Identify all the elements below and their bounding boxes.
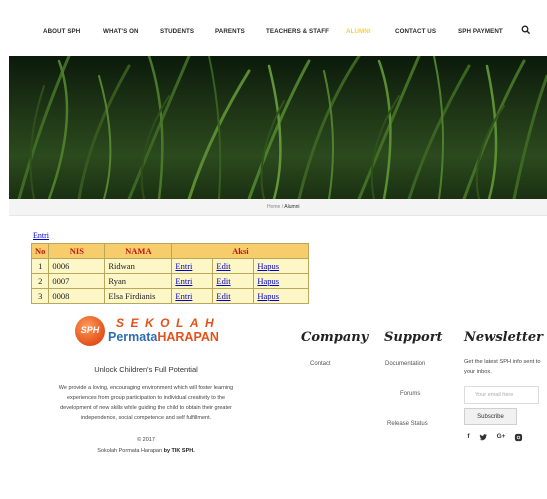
- alumni-table: No NIS NAMA Aksi 1 0006 Ridwan Entri Edi…: [30, 243, 310, 304]
- table-row: 1 0006 Ridwan Entri Edit Hapus: [30, 258, 310, 274]
- row-entri-link[interactable]: Entri: [175, 276, 192, 286]
- logo-text-sekolah: SEKOLAH: [116, 316, 221, 330]
- row-hapus-link[interactable]: Hapus: [257, 276, 279, 286]
- header-nis: NIS: [48, 243, 106, 259]
- support-heading: Support: [384, 330, 443, 345]
- footer-tagline: Unlock Children's Full Potential: [94, 365, 198, 374]
- row-entri-link[interactable]: Entri: [175, 291, 192, 301]
- header-no: No: [30, 243, 50, 259]
- newsletter-description: Get the latest SPH info sent to your inb…: [464, 359, 541, 375]
- footer-credit-by[interactable]: by TIK SPH.: [164, 448, 195, 454]
- nav-item-alumni[interactable]: ALUMNI: [346, 28, 371, 35]
- breadcrumb-home-link[interactable]: Home: [267, 204, 280, 210]
- breadcrumb: Home / Alumni: [267, 204, 300, 210]
- footer-link-release-status[interactable]: Release Status: [387, 421, 428, 427]
- breadcrumb-current: Alumni: [284, 204, 300, 210]
- about-line: experiences from group participation to …: [66, 395, 226, 401]
- top-navigation: ABOUT SPH WHAT'S ON STUDENTS PARENTS TEA…: [0, 0, 547, 56]
- logo-text-permata: Permata: [108, 330, 158, 344]
- row-hapus-link[interactable]: Hapus: [257, 261, 279, 271]
- facebook-icon[interactable]: f: [464, 433, 473, 442]
- table-row: 3 0008 Elsa Firdianis Entri Edit Hapus: [30, 288, 310, 304]
- cell-nama: Ryan: [104, 273, 173, 289]
- sph-logo[interactable]: SPH SEKOLAH PermataHARAPAN: [75, 316, 225, 348]
- nav-item-teachers-staff[interactable]: TEACHERS & STAFF: [266, 28, 329, 35]
- logo-text-harapan: HARAPAN: [157, 330, 219, 344]
- grass-illustration: [17, 56, 547, 199]
- breadcrumb-bar: Home / Alumni: [9, 199, 547, 216]
- newsletter-email-input[interactable]: [464, 386, 539, 404]
- newsletter-heading: Newsletter: [464, 330, 544, 345]
- subscribe-button[interactable]: Subscribe: [464, 408, 517, 425]
- nav-item-about-sph[interactable]: ABOUT SPH: [43, 28, 80, 35]
- logo-badge-text: SPH: [80, 325, 100, 335]
- table-row: 2 0007 Ryan Entri Edit Hapus: [30, 273, 310, 289]
- logo-badge: SPH: [75, 316, 105, 346]
- cell-nis: 0006: [48, 258, 106, 274]
- cell-no: 2: [30, 273, 50, 289]
- footer-link-contact[interactable]: Contact: [310, 361, 331, 367]
- header-nama: NAMA: [104, 243, 173, 259]
- about-line: independence, social competence and self…: [80, 415, 212, 421]
- about-line: We provide a loving, encouraging environ…: [58, 385, 234, 391]
- about-line: development of new skills while guiding …: [60, 405, 232, 411]
- row-edit-link[interactable]: Edit: [216, 261, 230, 271]
- nav-item-contact-us[interactable]: CONTACT US: [395, 28, 436, 35]
- footer-credit: Sokolah Pormata Harapan by TIK SPH.: [0, 448, 292, 454]
- hero-banner-grass-image: [9, 56, 547, 199]
- row-edit-link[interactable]: Edit: [216, 276, 230, 286]
- nav-item-sph-payment[interactable]: SPH PAYMENT: [458, 28, 503, 35]
- cell-nis: 0008: [48, 288, 106, 304]
- table-header-row: No NIS NAMA Aksi: [30, 243, 310, 259]
- footer-credit-school: Sokolah Pormata Harapan: [97, 448, 163, 454]
- search-icon[interactable]: [521, 25, 531, 35]
- cell-nis: 0007: [48, 273, 106, 289]
- cell-nama: Elsa Firdianis: [104, 288, 173, 304]
- header-aksi: Aksi: [171, 243, 310, 259]
- nav-item-whats-on[interactable]: WHAT'S ON: [103, 28, 139, 35]
- logo-text-permata-harapan: PermataHARAPAN: [108, 330, 219, 344]
- google-plus-icon[interactable]: G+: [495, 433, 507, 442]
- breadcrumb-separator: /: [281, 204, 284, 210]
- row-edit-link[interactable]: Edit: [216, 291, 230, 301]
- instagram-icon[interactable]: [514, 433, 523, 442]
- nav-item-students[interactable]: STUDENTS: [160, 28, 194, 35]
- footer-link-documentation[interactable]: Documentation: [385, 361, 425, 367]
- twitter-icon[interactable]: [479, 433, 488, 442]
- cell-no: 3: [30, 288, 50, 304]
- nav-item-parents[interactable]: PARENTS: [215, 28, 245, 35]
- entri-link[interactable]: Entri: [33, 231, 49, 240]
- footer-copyright: © 2017: [137, 437, 155, 443]
- footer-link-forums[interactable]: Forums: [400, 391, 420, 397]
- footer-about-text: We provide a loving, encouraging environ…: [0, 383, 292, 423]
- row-entri-link[interactable]: Entri: [175, 261, 192, 271]
- row-hapus-link[interactable]: Hapus: [257, 291, 279, 301]
- company-heading: Company: [301, 330, 369, 345]
- cell-nama: Ridwan: [104, 258, 173, 274]
- cell-no: 1: [30, 258, 50, 274]
